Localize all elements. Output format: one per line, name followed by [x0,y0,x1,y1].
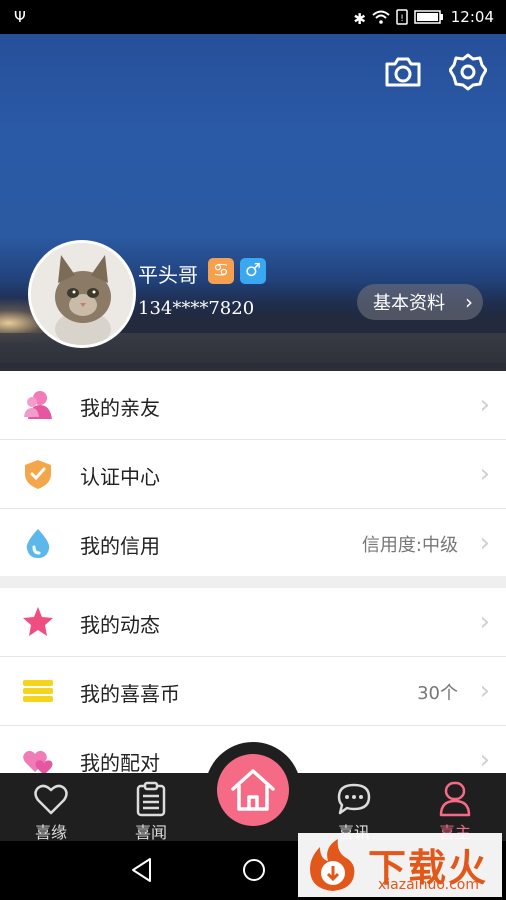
chevron-right-icon: › [479,607,490,637]
usb-icon: Ψ [14,8,26,26]
menu-label: 我的喜喜币 [80,682,180,706]
sim-icon: ! [396,9,408,29]
home-icon [231,769,275,811]
tab-xixun[interactable]: 喜讯 [314,773,394,842]
menu-label: 我的动态 [80,613,160,637]
battery-icon [414,10,444,28]
chevron-right-icon: › [465,290,473,314]
status-icons: ✱ ! [353,9,444,29]
menu-group-1: 我的亲友 › 认证中心 › 我的信用 信用度:中级 › [0,371,506,578]
clipboard-icon [133,781,169,817]
bluetooth-icon: ✱ [353,10,366,28]
chevron-right-icon: › [479,390,490,420]
flame-logo-icon [310,839,355,891]
friends-icon [22,389,54,421]
basic-info-label: 基本资料 [373,293,445,314]
camera-icon[interactable] [383,52,423,92]
home-button[interactable] [217,754,289,826]
menu-item-verification[interactable]: 认证中心 › [0,440,506,509]
svg-text:!: ! [400,14,404,24]
chevron-right-icon: › [479,528,490,558]
chat-icon [336,781,372,817]
chevron-right-icon: › [479,459,490,489]
menu-value: 信用度:中级 [361,535,458,556]
back-icon[interactable] [130,857,152,887]
menu-value: 30个 [417,683,458,704]
status-bar: Ψ ✱ ! 12:04 [0,0,506,34]
gear-icon[interactable] [448,52,488,92]
tab-xiyuan[interactable]: 喜缘 [11,773,91,842]
menu-label: 我的信用 [80,534,160,558]
user-name: 平头哥 [138,263,198,287]
hearts-icon [22,744,54,776]
chevron-right-icon: › [479,676,490,706]
person-icon [437,781,473,817]
tab-label: 喜缘 [34,823,67,842]
menu-item-moments[interactable]: 我的动态 › [0,588,506,657]
shield-check-icon [22,458,54,490]
menu-label: 认证中心 [80,465,160,489]
menu-item-friends[interactable]: 我的亲友 › [0,371,506,440]
kitten-photo [31,243,133,345]
section-divider [0,576,506,588]
tab-label: 喜闻 [134,823,167,842]
phone-number: 134****7820 [138,298,255,319]
chevron-right-icon: › [479,745,490,775]
avatar[interactable] [28,240,136,348]
star-icon [22,606,54,638]
clock: 12:04 [450,8,494,26]
menu-label: 我的配对 [80,751,160,775]
coins-icon [22,675,54,707]
tab-xiwen[interactable]: 喜闻 [111,773,191,842]
gender-badge: ♂ [240,258,266,284]
menu-item-credit[interactable]: 我的信用 信用度:中级 › [0,509,506,578]
watermark: 下载火 xiazaihuo.com [298,833,502,897]
tab-xizhu[interactable]: 喜主 [415,773,495,842]
water-drop-icon [22,527,54,559]
basic-info-button[interactable]: 基本资料 › [357,284,483,320]
watermark-domain: xiazaihuo.com [378,877,479,893]
home-nav-icon[interactable] [241,857,267,887]
menu-label: 我的亲友 [80,396,160,420]
heart-icon [33,781,69,817]
zodiac-badge: ♋ [208,258,234,284]
menu-item-coins[interactable]: 我的喜喜币 30个 › [0,657,506,726]
wifi-icon [372,10,390,28]
